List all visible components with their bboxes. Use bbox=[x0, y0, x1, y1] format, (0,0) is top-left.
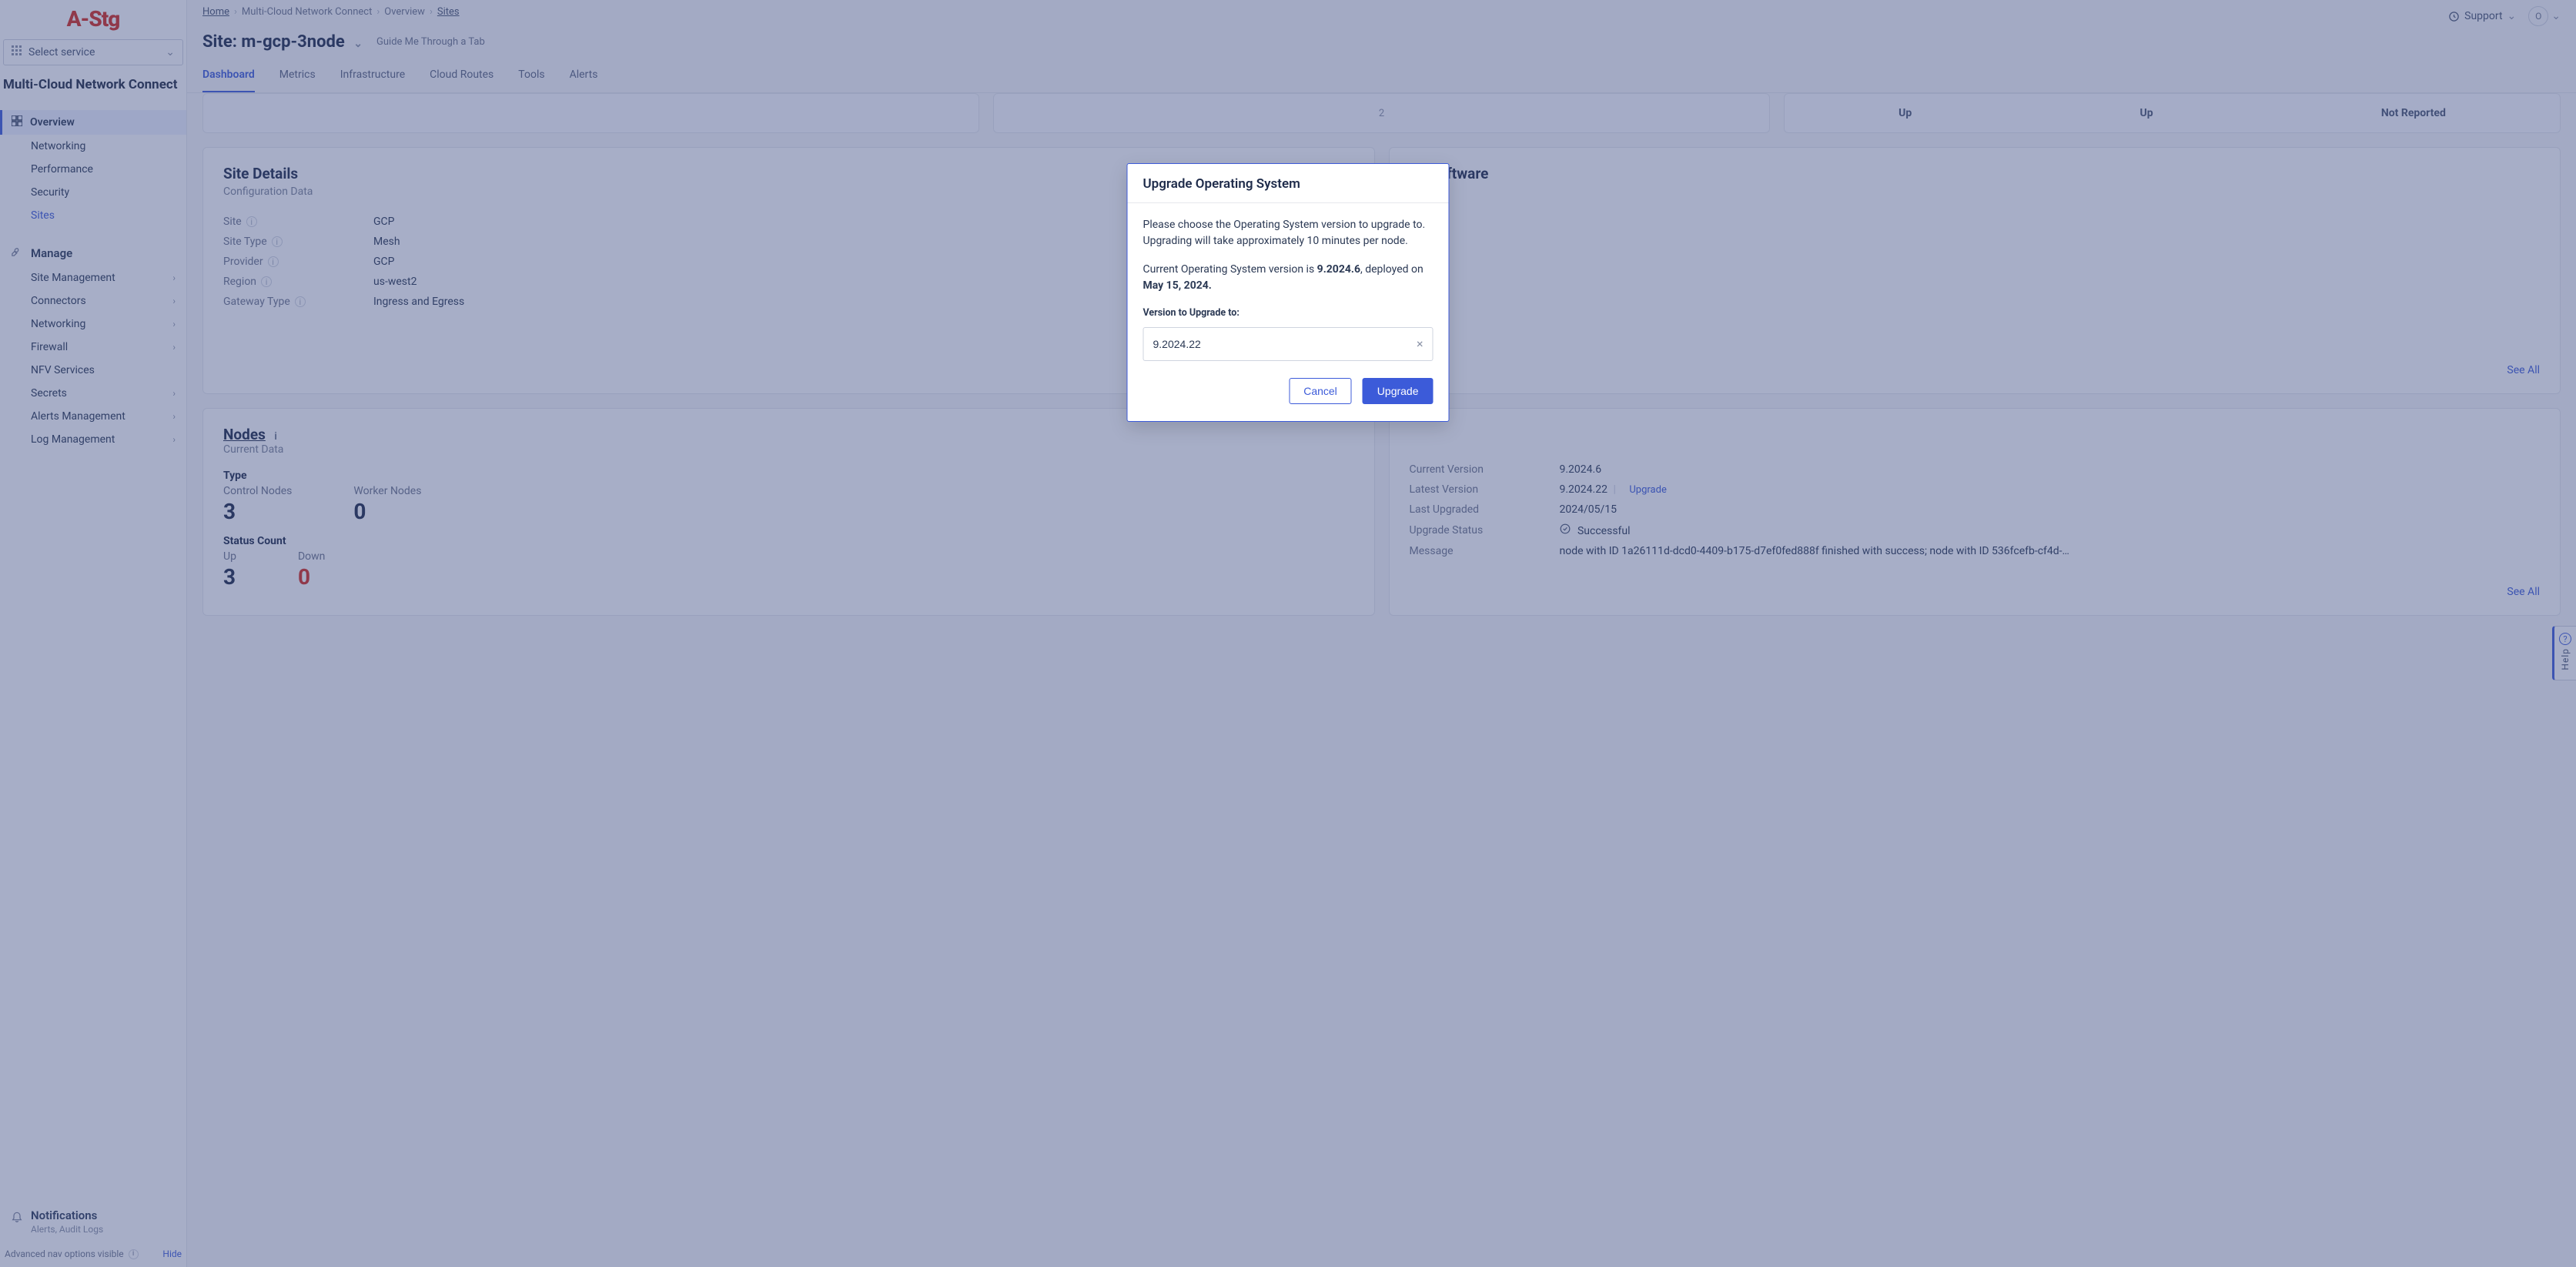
modal-title: Upgrade Operating System bbox=[1128, 164, 1449, 203]
version-field-label: Version to Upgrade to: bbox=[1143, 306, 1434, 321]
modal-current-version: Current Operating System version is 9.20… bbox=[1143, 262, 1434, 294]
version-select[interactable]: × bbox=[1143, 327, 1434, 361]
upgrade-os-modal: Upgrade Operating System Please choose t… bbox=[1127, 163, 1450, 422]
upgrade-button[interactable]: Upgrade bbox=[1363, 378, 1434, 404]
clear-icon[interactable]: × bbox=[1417, 335, 1423, 353]
cancel-button[interactable]: Cancel bbox=[1289, 378, 1352, 404]
modal-description: Please choose the Operating System versi… bbox=[1143, 217, 1434, 249]
version-input[interactable] bbox=[1153, 338, 1417, 350]
